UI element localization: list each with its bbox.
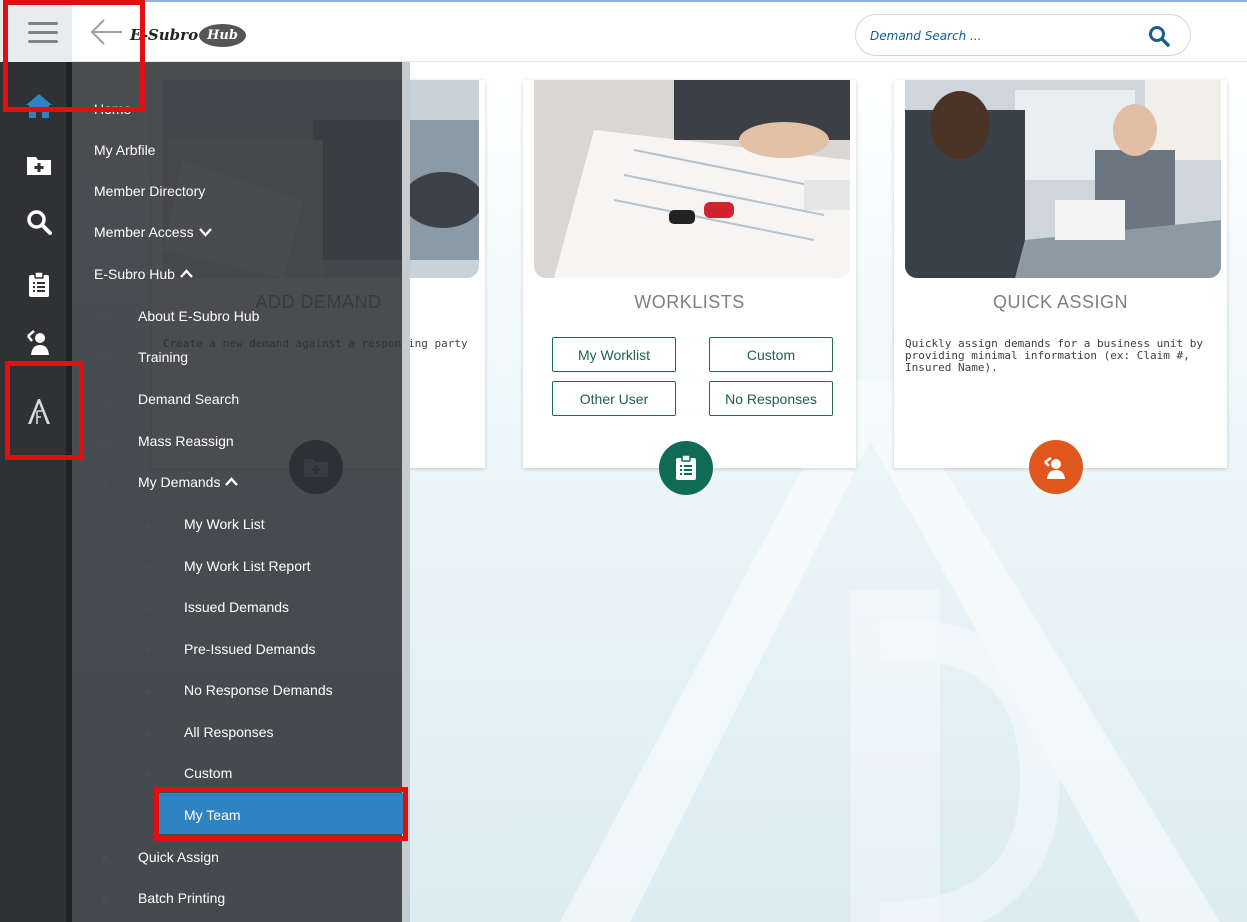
menu-item-demand-search[interactable]: Demand Search [138,388,239,410]
menu-item-label: Quick Assign [138,849,219,865]
my-team-callout-box [154,787,408,841]
menu-item-quick-assign[interactable]: Quick Assign [138,846,219,868]
menu-item-label: My Arbfile [94,142,156,158]
chevron-up-icon [180,269,193,278]
tree-bullet [146,606,151,611]
menu-item-label: My Demands [138,474,221,490]
demand-search-box [855,14,1191,56]
worklists-title: WORKLISTS [634,292,745,312]
tree-bullet [102,897,107,902]
clipboard-list-icon[interactable] [22,268,56,302]
icon-rail [0,0,72,922]
my-worklist-button[interactable]: My Worklist [552,337,676,372]
menu-item-label: Mass Reassign [138,433,234,449]
demand-search-input[interactable] [870,26,1130,46]
menu-item-mass-reassign[interactable]: Mass Reassign [138,430,234,452]
menu-item-label: Issued Demands [184,599,290,615]
menu-item-label: Training [138,349,189,365]
hamburger-callout-box [3,0,145,112]
tree-bullet [102,856,107,861]
arbfile-icon-callout-box [5,361,84,460]
tree-bullet [146,772,151,777]
no-responses-button[interactable]: No Responses [709,381,833,416]
tree-bullet [102,314,107,319]
worklists-photo [534,80,850,278]
quick-assign-description: Quickly assign demands for a business un… [905,337,1204,374]
add-demand-icon[interactable] [22,148,56,182]
tree-bullet [102,481,107,486]
menu-item-member-access[interactable]: Member Access [94,221,212,243]
chevron-up-icon [225,477,239,486]
menu-item-label: About E-Subro Hub [138,308,260,324]
menu-item-custom[interactable]: Custom [184,762,232,784]
tree-bullet [146,689,151,694]
logo-suffix: Hub [199,23,246,47]
menu-item-e-subro-hub[interactable]: E-Subro Hub [94,263,193,285]
worklists-card: WORKLISTS My Worklist Custom Other User … [523,80,856,495]
quick-assign-title: QUICK ASSIGN [992,292,1129,312]
rail-divider [66,62,72,922]
quick-assign-photo [905,80,1221,278]
tree-bullet [146,731,151,736]
menu-item-label: My Work List Report [184,558,311,574]
menu-item-issued-demands[interactable]: Issued Demands [184,596,289,618]
chevron-down-icon [198,228,212,237]
clipboard-list-icon [676,455,696,480]
menu-item-all-responses[interactable]: All Responses [184,721,274,743]
search-icon[interactable] [22,205,56,239]
menu-item-label: My Work List [184,516,265,532]
menu-item-label: Demand Search [138,391,240,407]
menu-item-label: Custom [184,765,233,781]
menu-item-label: All Responses [184,724,274,740]
menu-item-my-arbfile[interactable]: My Arbfile [94,139,155,161]
menu-item-my-work-list-report[interactable]: My Work List Report [184,555,311,577]
menu-item-member-directory[interactable]: Member Directory [94,180,205,202]
assign-user-icon [1044,456,1065,479]
menu-item-batch-printing[interactable]: Batch Printing [138,887,225,909]
menu-item-label: Member Access [94,224,194,240]
tree-bullet [146,648,151,653]
menu-item-no-response-demands[interactable]: No Response Demands [184,679,333,701]
menu-item-label: Pre-Issued Demands [184,641,316,657]
menu-item-pre-issued-demands[interactable]: Pre-Issued Demands [184,638,316,660]
other-user-button[interactable]: Other User [552,381,676,416]
menu-item-training[interactable]: Training [138,346,188,368]
e-subro-hub-logo[interactable]: E-Subro Hub [130,20,246,50]
menu-item-my-demands[interactable]: My Demands [138,471,239,493]
tree-bullet [102,440,107,445]
menu-item-label: Member Directory [94,183,206,199]
custom-worklist-button[interactable]: Custom [709,337,833,372]
search-icon[interactable] [1148,25,1170,47]
quick-assign-badge[interactable] [1029,440,1083,494]
menu-item-label: Batch Printing [138,890,226,906]
tree-bullet [146,565,151,570]
assign-user-icon[interactable] [22,325,56,359]
quick-assign-card[interactable]: QUICK ASSIGN Quickly assign demands for … [894,80,1227,494]
worklists-badge[interactable] [659,441,713,495]
top-bar: E-Subro Hub [72,0,1247,62]
tree-bullet [102,398,107,403]
tree-bullet [146,523,151,528]
menu-item-label: E-Subro Hub [94,266,175,282]
tree-bullet [102,356,107,361]
menu-item-label: No Response Demands [184,682,333,698]
menu-item-about-e-subro-hub[interactable]: About E-Subro Hub [138,305,259,327]
menu-item-my-work-list[interactable]: My Work List [184,513,265,535]
